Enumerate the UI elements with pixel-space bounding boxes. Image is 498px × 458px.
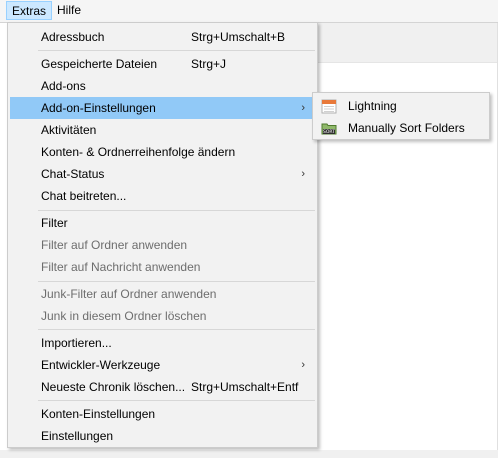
calendar-icon xyxy=(321,98,337,114)
menu-hilfe[interactable]: Hilfe xyxy=(52,1,86,20)
menu-item-filter-auf-ordner: Filter auf Ordner anwenden xyxy=(10,234,315,256)
menu-item-chat-status[interactable]: Chat-Status › xyxy=(10,163,315,185)
submenu-item-manually-sort-folders[interactable]: SORT Manually Sort Folders xyxy=(315,117,487,139)
menu-extras[interactable]: Extras xyxy=(6,1,53,20)
menu-item-label: Add-ons xyxy=(41,79,86,93)
menu-item-label: Aktivitäten xyxy=(41,123,97,137)
submenu-item-label: Manually Sort Folders xyxy=(348,121,465,135)
menu-item-shortcut: Strg+Umschalt+B xyxy=(191,30,286,44)
menu-item-adressbuch[interactable]: Adressbuch Strg+Umschalt+B xyxy=(10,26,315,48)
menu-item-label: Entwickler-Werkzeuge xyxy=(41,358,161,372)
menu-item-label: Filter auf Ordner anwenden xyxy=(41,238,188,252)
menu-item-label: Adressbuch xyxy=(41,30,105,44)
menu-item-label: Konten- & Ordnerreihenfolge ändern xyxy=(41,145,236,159)
menu-item-add-on-einstellungen[interactable]: Add-on-Einstellungen › xyxy=(10,97,315,119)
window-divider xyxy=(318,62,498,63)
extras-menu: Adressbuch Strg+Umschalt+B Gespeicherte … xyxy=(7,22,318,448)
menu-item-label: Junk-Filter auf Ordner anwenden xyxy=(41,287,217,301)
window-toolbar-background xyxy=(318,22,498,63)
menu-item-chronik-loeschen[interactable]: Neueste Chronik löschen... Strg+Umschalt… xyxy=(10,376,315,398)
menu-item-shortcut: Strg+Umschalt+Entf xyxy=(191,380,299,394)
sort-folders-icon: SORT xyxy=(321,120,337,136)
menu-item-label: Gespeicherte Dateien xyxy=(41,57,158,71)
menu-separator xyxy=(38,329,315,330)
menu-item-label: Chat-Status xyxy=(41,167,105,181)
menu-item-add-ons[interactable]: Add-ons xyxy=(10,75,315,97)
menu-item-importieren[interactable]: Importieren... xyxy=(10,332,315,354)
menu-separator xyxy=(38,210,315,211)
chevron-right-icon: › xyxy=(301,359,305,371)
menu-hilfe-label: Hilfe xyxy=(57,3,82,17)
menu-item-einstellungen[interactable]: Einstellungen xyxy=(10,425,315,447)
menu-item-label: Konten-Einstellungen xyxy=(41,407,156,421)
submenu-item-label: Lightning xyxy=(348,99,397,113)
window-bottom-area xyxy=(0,450,498,458)
menu-item-label: Junk in diesem Ordner löschen xyxy=(41,309,207,323)
menu-item-konten-ordnerreihenfolge[interactable]: Konten- & Ordnerreihenfolge ändern xyxy=(10,141,315,163)
chevron-right-icon: › xyxy=(301,102,305,114)
menu-item-filter-auf-nachricht: Filter auf Nachricht anwenden xyxy=(10,256,315,278)
menu-item-entwickler-werkzeuge[interactable]: Entwickler-Werkzeuge › xyxy=(10,354,315,376)
menu-item-aktivitaeten[interactable]: Aktivitäten xyxy=(10,119,315,141)
menu-item-junk-loeschen: Junk in diesem Ordner löschen xyxy=(10,305,315,327)
menu-item-label: Neueste Chronik löschen... xyxy=(41,380,186,394)
menu-item-label: Chat beitreten... xyxy=(41,189,127,203)
menu-bar: Extras Hilfe xyxy=(0,0,498,23)
menu-separator xyxy=(38,281,315,282)
menu-item-gespeicherte-dateien[interactable]: Gespeicherte Dateien Strg+J xyxy=(10,53,315,75)
menu-item-filter[interactable]: Filter xyxy=(10,212,315,234)
chevron-right-icon: › xyxy=(301,168,305,180)
menu-item-konten-einstellungen[interactable]: Konten-Einstellungen xyxy=(10,403,315,425)
menu-item-label: Einstellungen xyxy=(41,429,114,443)
menu-item-label: Add-on-Einstellungen xyxy=(41,101,156,115)
addon-settings-submenu: Lightning SORT Manually Sort Folders xyxy=(312,92,490,140)
menu-item-label: Filter xyxy=(41,216,68,230)
menu-item-junk-filter-anwenden: Junk-Filter auf Ordner anwenden xyxy=(10,283,315,305)
menu-item-label: Importieren... xyxy=(41,336,112,350)
svg-text:SORT: SORT xyxy=(323,129,335,135)
submenu-item-lightning[interactable]: Lightning xyxy=(315,95,487,117)
menu-item-chat-beitreten[interactable]: Chat beitreten... xyxy=(10,185,315,207)
menu-item-label: Filter auf Nachricht anwenden xyxy=(41,260,201,274)
menu-separator xyxy=(38,50,315,51)
menu-extras-label: Extras xyxy=(12,4,47,18)
menu-separator xyxy=(38,400,315,401)
menu-item-shortcut: Strg+J xyxy=(191,57,227,71)
